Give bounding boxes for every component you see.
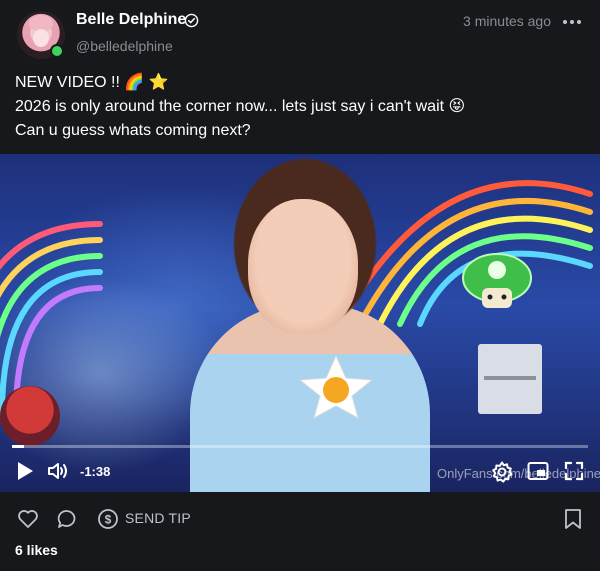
video-time-remaining: -1:38 xyxy=(80,464,111,479)
pip-icon[interactable] xyxy=(527,461,549,481)
post-text-line: Can u guess whats coming next? xyxy=(15,122,251,139)
dollar-icon[interactable]: $ xyxy=(97,508,119,530)
comment-icon[interactable] xyxy=(56,508,78,530)
post-timestamp[interactable]: 3 minutes ago xyxy=(463,13,551,29)
author-name[interactable]: Belle Delphine xyxy=(76,11,186,29)
settings-icon[interactable] xyxy=(491,461,513,483)
video-progress-bar[interactable] xyxy=(12,445,588,448)
author-handle[interactable]: @belledelphine xyxy=(76,38,173,54)
star-brooch xyxy=(298,354,374,420)
verified-icon xyxy=(184,13,199,28)
play-icon[interactable] xyxy=(16,461,34,481)
plush-toy xyxy=(0,386,60,446)
post-card: Belle Delphine @belledelphine 3 minutes … xyxy=(0,0,600,571)
send-tip-button[interactable]: SEND TIP xyxy=(125,510,191,526)
post-text-line: NEW VIDEO !! 🌈 ⭐ xyxy=(15,74,169,91)
video-player[interactable]: OnlyFans.com/belledelphine -1:38 xyxy=(0,154,600,492)
svg-text:$: $ xyxy=(105,513,112,527)
post-text: NEW VIDEO !! 🌈 ⭐ 2026 is only around the… xyxy=(15,71,585,143)
volume-icon[interactable] xyxy=(47,461,71,481)
likes-count[interactable]: 6 likes xyxy=(15,542,58,558)
person-face xyxy=(248,199,358,334)
shelf xyxy=(478,344,542,414)
more-icon[interactable] xyxy=(563,13,581,31)
mushroom-decoration xyxy=(462,253,532,308)
online-status-dot xyxy=(50,44,64,58)
heart-icon[interactable] xyxy=(17,508,39,530)
video-progress-fill xyxy=(12,445,24,448)
video-controls: -1:38 xyxy=(0,454,600,492)
avatar[interactable] xyxy=(17,11,65,59)
post-text-line: 2026 is only around the corner now... le… xyxy=(15,98,466,115)
bookmark-icon[interactable] xyxy=(564,508,582,530)
fullscreen-icon[interactable] xyxy=(564,461,584,481)
